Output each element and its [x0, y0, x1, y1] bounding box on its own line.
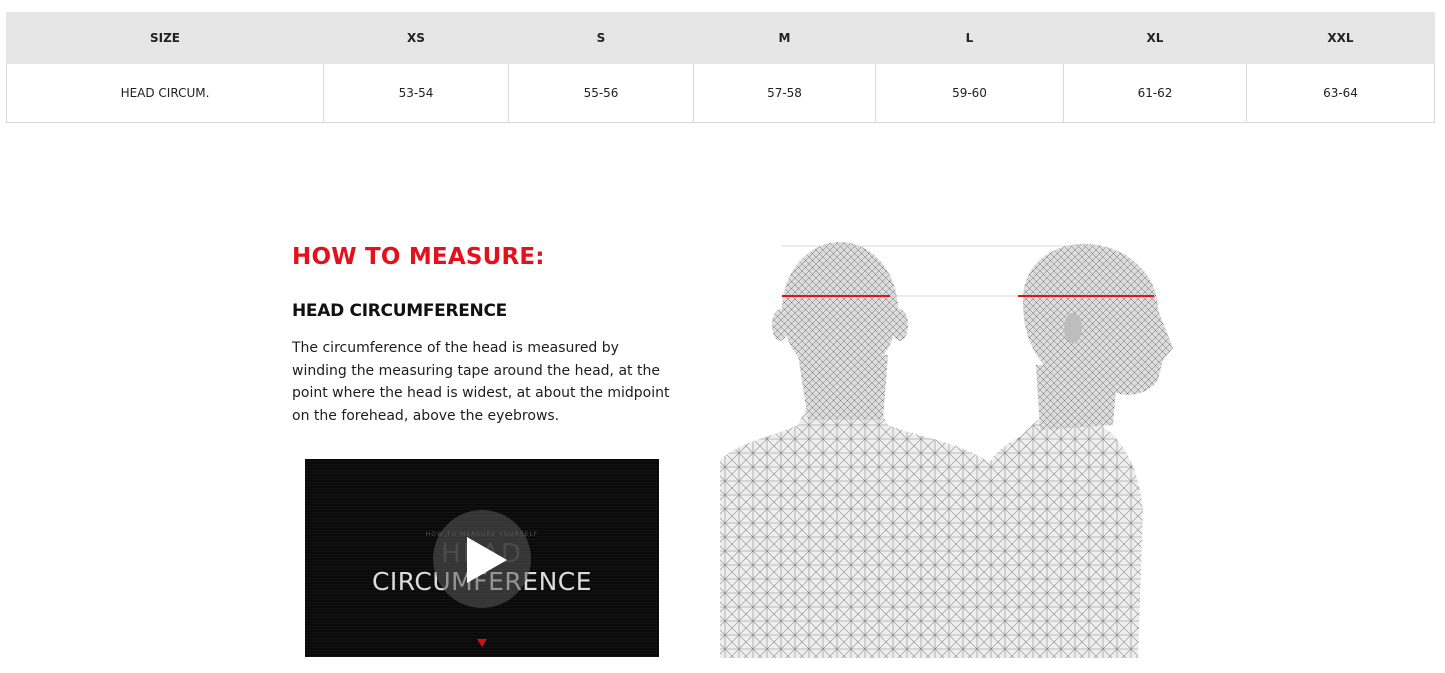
play-icon [467, 537, 507, 583]
front-ear-right [892, 309, 908, 341]
size-table-header-row: SIZE XS S M L XL XXL [6, 12, 1435, 64]
cell-xxl: 63-64 [1246, 63, 1435, 123]
play-button[interactable] [433, 510, 531, 608]
red-triangle-icon [477, 639, 487, 647]
row-label: HEAD CIRCUM. [6, 63, 324, 123]
cell-s: 55-56 [508, 63, 694, 123]
header-l: L [875, 12, 1064, 64]
video-player[interactable]: HOW TO MEASURE YOURSELF HEAD CIRCUMFEREN… [305, 459, 659, 657]
header-xxl: XXL [1246, 12, 1435, 64]
cell-xl: 61-62 [1063, 63, 1247, 123]
header-size: SIZE [6, 12, 324, 64]
header-xs: XS [323, 12, 509, 64]
cell-l: 59-60 [875, 63, 1064, 123]
cell-m: 57-58 [693, 63, 876, 123]
how-to-measure-title: HOW TO MEASURE: [292, 244, 545, 270]
header-m: M [693, 12, 876, 64]
cell-xs: 53-54 [323, 63, 509, 123]
front-torso [720, 405, 1003, 658]
head-measurement-illustration [720, 242, 1173, 658]
table-row: HEAD CIRCUM. 53-54 55-56 57-58 59-60 61-… [6, 63, 1435, 123]
head-circumference-heading: HEAD CIRCUMFERENCE [292, 301, 507, 321]
measure-description: The circumference of the head is measure… [292, 340, 670, 424]
header-s: S [508, 12, 694, 64]
side-ear [1064, 313, 1082, 343]
size-chart-table: SIZE XS S M L XL XXL HEAD CIRCUM. 53-54 … [6, 12, 1435, 123]
front-ear-left [772, 309, 788, 341]
side-torso [980, 415, 1143, 658]
front-head [782, 242, 898, 378]
header-xl: XL [1063, 12, 1247, 64]
